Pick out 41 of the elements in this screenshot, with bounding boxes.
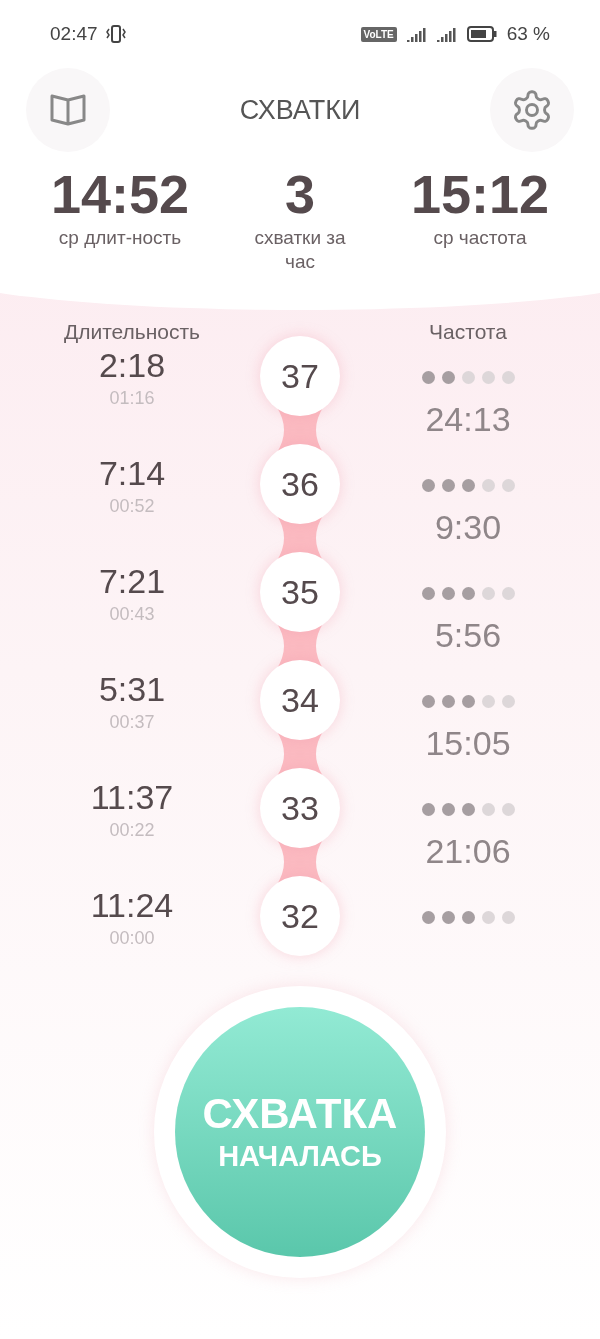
stat-value: 3 [284,163,315,226]
frequency-value: 21:06 [425,831,511,871]
contraction-number: 34 [260,660,340,740]
stat-label: ср длит-ность [57,226,183,250]
battery-percent: 63 % [506,21,550,46]
stat-label: схватки за час [253,226,347,274]
stat-value: 14:52 [50,163,190,226]
frequency-value: 5:56 [434,615,502,655]
duration-value: 5:31 [98,670,166,708]
signal-icon [406,26,427,42]
contraction-number: 36 [260,444,340,524]
stat-value: 15:12 [410,163,550,226]
contraction-number: 33 [260,768,340,848]
frequency-value: 9:30 [434,507,502,547]
start-time: 00:37 [109,711,155,734]
column-heading: Частота [428,319,508,345]
volte-badge: VoLTE [360,26,397,42]
vibrate-icon [105,25,126,43]
book-icon [49,94,87,126]
start-contraction-button[interactable]: СХВАТКА НАЧАЛАСЬ [175,1007,425,1257]
duration-value: 11:37 [90,778,174,816]
contraction-number: 35 [260,552,340,632]
duration-value: 7:21 [98,562,166,600]
frequency-value: 24:13 [425,399,511,439]
start-time: 00:22 [109,819,155,842]
screen-title: СХВАТКИ [239,93,361,127]
duration-value: 2:18 [98,346,166,384]
start-time: 01:16 [109,387,155,410]
frequency-value: 15:05 [425,723,511,763]
start-time: 00:00 [109,927,155,950]
start-time: 00:52 [109,495,155,518]
duration-value: 7:14 [98,454,166,492]
contraction-number: 32 [260,876,340,956]
battery-icon [466,26,497,42]
contraction-number: 37 [260,336,340,416]
clock-time: 02:47 [50,21,98,46]
signal-icon [436,26,457,42]
start-time: 00:43 [109,603,155,626]
stat-label: ср частота [432,226,528,250]
duration-value: 11:24 [90,886,174,924]
column-heading: Длительность [62,319,202,345]
